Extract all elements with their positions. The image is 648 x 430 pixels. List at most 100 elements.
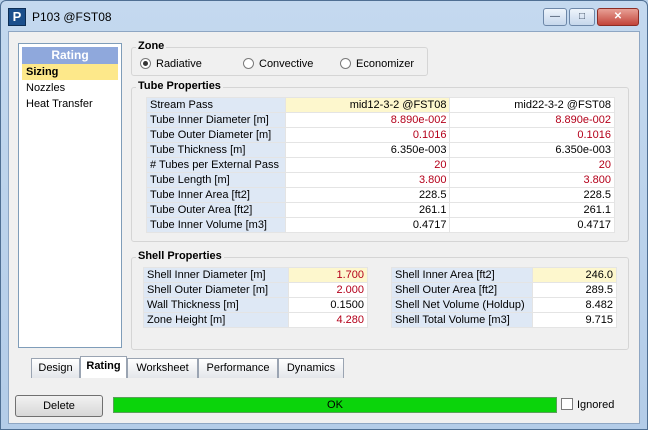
tab-performance[interactable]: Performance bbox=[198, 358, 278, 378]
radio-economizer[interactable]: Economizer bbox=[340, 57, 414, 71]
maximize-icon: □ bbox=[578, 11, 586, 22]
table-row: Shell Total Volume [m3] 9.715 bbox=[391, 312, 618, 328]
tab-rating[interactable]: Rating bbox=[80, 356, 127, 378]
zone-group: Zone Radiative Convective Economizer bbox=[131, 40, 428, 76]
row-value[interactable]: 1.700 bbox=[287, 267, 369, 283]
row-value-col1[interactable]: 0.1016 bbox=[284, 127, 451, 143]
tube-properties-title: Tube Properties bbox=[136, 80, 223, 92]
row-label: Tube Length [m] bbox=[146, 172, 286, 188]
row-label: Tube Inner Diameter [m] bbox=[146, 112, 286, 128]
tab-design[interactable]: Design bbox=[31, 358, 80, 378]
row-label: Shell Outer Diameter [m] bbox=[143, 282, 289, 298]
close-button[interactable]: ✕ bbox=[597, 8, 639, 26]
table-row: Tube Inner Diameter [m] 8.890e-002 8.890e-… bbox=[146, 112, 615, 128]
row-value-col1[interactable]: 20 bbox=[284, 157, 451, 173]
row-value-col2[interactable]: 228.5 bbox=[449, 187, 615, 203]
table-row: Shell Outer Diameter [m] 2.000 bbox=[143, 282, 369, 298]
table-row: Zone Height [m] 4.280 bbox=[143, 312, 369, 328]
window-title: P103 @FST08 bbox=[32, 10, 112, 24]
row-value-col2[interactable]: 6.350e-003 bbox=[449, 142, 615, 158]
tube-properties-table: Stream Pass mid12-3-2 @FST08 mid22-3-2 @… bbox=[146, 97, 615, 233]
shell-right-table: Shell Inner Area [ft2] 246.0 Shell Outer A… bbox=[391, 267, 618, 328]
radio-unselected-icon bbox=[340, 58, 351, 69]
row-value[interactable]: 2.000 bbox=[287, 282, 369, 298]
tab-dynamics[interactable]: Dynamics bbox=[278, 358, 344, 378]
radio-label: Convective bbox=[259, 58, 314, 70]
shell-properties-group: Shell Properties Shell Inner Diameter [m… bbox=[131, 250, 629, 350]
delete-button[interactable]: Delete bbox=[15, 395, 103, 417]
close-icon: ✕ bbox=[613, 11, 623, 22]
stream-pass-col1[interactable]: mid12-3-2 @FST08 bbox=[284, 97, 451, 113]
tube-properties-group: Tube Properties Stream Pass mid12-3-2 @F… bbox=[131, 80, 629, 242]
table-row: Shell Outer Area [ft2] 289.5 bbox=[391, 282, 618, 298]
status-bar: OK bbox=[113, 397, 557, 413]
row-label: Tube Outer Area [ft2] bbox=[146, 202, 286, 218]
nav-header: Rating bbox=[22, 47, 118, 64]
row-value-col1[interactable]: 228.5 bbox=[284, 187, 451, 203]
table-row: Tube Length [m] 3.800 3.800 bbox=[146, 172, 615, 188]
row-value-col1[interactable]: 261.1 bbox=[284, 202, 451, 218]
row-label: Tube Outer Diameter [m] bbox=[146, 127, 286, 143]
row-label: Shell Total Volume [m3] bbox=[391, 312, 533, 328]
shell-left-table: Shell Inner Diameter [m] 1.700 Shell Outer… bbox=[143, 267, 369, 328]
row-label: Shell Outer Area [ft2] bbox=[391, 282, 533, 298]
table-row: # Tubes per External Pass 20 20 bbox=[146, 157, 615, 173]
ignored-checkbox[interactable]: Ignored bbox=[561, 398, 614, 412]
maximize-button[interactable]: □ bbox=[569, 8, 595, 26]
table-row: Stream Pass mid12-3-2 @FST08 mid22-3-2 @… bbox=[146, 97, 615, 113]
row-value-col2[interactable]: 0.1016 bbox=[449, 127, 615, 143]
rating-nav-panel: Rating Sizing Nozzles Heat Transfer bbox=[18, 43, 122, 348]
row-label: Tube Inner Area [ft2] bbox=[146, 187, 286, 203]
row-value-col2[interactable]: 20 bbox=[449, 157, 615, 173]
radio-radiative[interactable]: Radiative bbox=[140, 57, 202, 71]
checkbox-icon bbox=[561, 398, 573, 410]
table-row: Wall Thickness [m] 0.1500 bbox=[143, 297, 369, 313]
row-label: Shell Net Volume (Holdup) bbox=[391, 297, 533, 313]
row-label: # Tubes per External Pass bbox=[146, 157, 286, 173]
row-value[interactable]: 9.715 bbox=[531, 312, 618, 328]
row-value[interactable]: 246.0 bbox=[531, 267, 618, 283]
table-row: Tube Outer Diameter [m] 0.1016 0.1016 bbox=[146, 127, 615, 143]
stream-pass-label: Stream Pass bbox=[146, 97, 286, 113]
row-value-col1[interactable]: 8.890e-002 bbox=[284, 112, 451, 128]
row-value[interactable]: 289.5 bbox=[531, 282, 618, 298]
table-row: Shell Inner Diameter [m] 1.700 bbox=[143, 267, 369, 283]
table-row: Tube Inner Volume [m3] 0.4717 0.4717 bbox=[146, 217, 615, 233]
row-label: Shell Inner Area [ft2] bbox=[391, 267, 533, 283]
radio-label: Economizer bbox=[356, 58, 415, 70]
radio-label: Radiative bbox=[156, 58, 202, 70]
radio-unselected-icon bbox=[243, 58, 254, 69]
radio-convective[interactable]: Convective bbox=[243, 57, 313, 71]
table-row: Tube Inner Area [ft2] 228.5 228.5 bbox=[146, 187, 615, 203]
tab-worksheet[interactable]: Worksheet bbox=[127, 358, 198, 378]
client-area: Rating Sizing Nozzles Heat Transfer Zone… bbox=[8, 31, 640, 424]
minimize-button[interactable]: — bbox=[543, 8, 567, 26]
row-value-col1[interactable]: 0.4717 bbox=[284, 217, 451, 233]
stream-pass-col2[interactable]: mid22-3-2 @FST08 bbox=[449, 97, 615, 113]
shell-properties-title: Shell Properties bbox=[136, 250, 224, 262]
row-value[interactable]: 4.280 bbox=[287, 312, 369, 328]
nav-item-heat-transfer[interactable]: Heat Transfer bbox=[22, 96, 118, 112]
table-row: Shell Inner Area [ft2] 246.0 bbox=[391, 267, 618, 283]
ignored-label: Ignored bbox=[577, 399, 615, 411]
row-value-col1[interactable]: 3.800 bbox=[284, 172, 451, 188]
zone-title: Zone bbox=[136, 40, 167, 52]
nav-item-sizing[interactable]: Sizing bbox=[22, 64, 118, 80]
row-value-col2[interactable]: 0.4717 bbox=[449, 217, 615, 233]
minimize-icon: — bbox=[550, 11, 560, 22]
nav-item-nozzles[interactable]: Nozzles bbox=[22, 80, 118, 96]
title-bar[interactable]: P P103 @FST08 — □ ✕ bbox=[1, 1, 647, 31]
row-value-col2[interactable]: 3.800 bbox=[449, 172, 615, 188]
row-label: Zone Height [m] bbox=[143, 312, 289, 328]
window: P P103 @FST08 — □ ✕ Rating Sizing Nozzle… bbox=[0, 0, 648, 430]
table-row: Shell Net Volume (Holdup) 8.482 bbox=[391, 297, 618, 313]
row-label: Wall Thickness [m] bbox=[143, 297, 289, 313]
row-value[interactable]: 8.482 bbox=[531, 297, 618, 313]
row-label: Tube Thickness [m] bbox=[146, 142, 286, 158]
row-value-col2[interactable]: 8.890e-002 bbox=[449, 112, 615, 128]
row-value[interactable]: 0.1500 bbox=[287, 297, 369, 313]
row-label: Tube Inner Volume [m3] bbox=[146, 217, 286, 233]
row-value-col1[interactable]: 6.350e-003 bbox=[284, 142, 451, 158]
row-value-col2[interactable]: 261.1 bbox=[449, 202, 615, 218]
app-icon: P bbox=[8, 8, 26, 26]
